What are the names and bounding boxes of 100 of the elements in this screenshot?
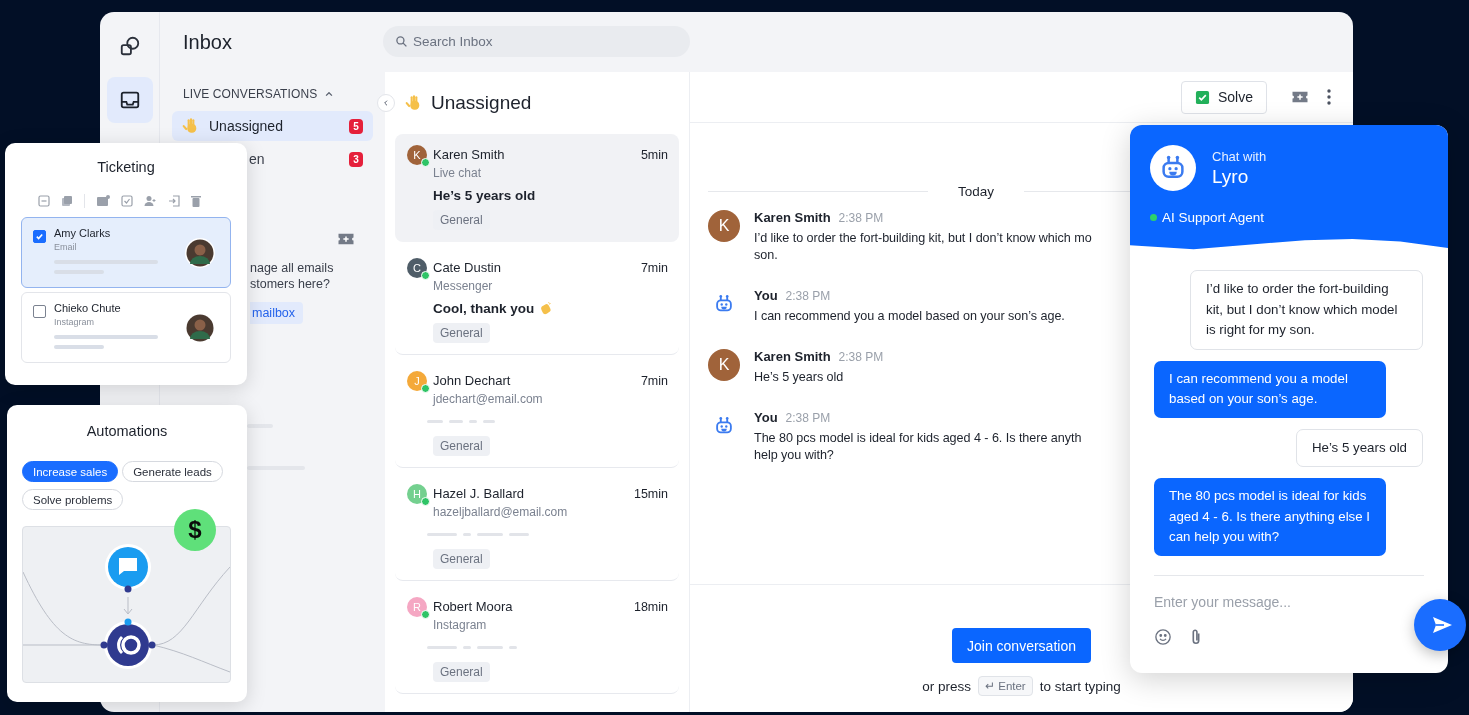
- solve-button[interactable]: Solve: [1180, 80, 1267, 114]
- time-label: 7min: [640, 260, 668, 275]
- nav-item[interactable]: Unassigned 5: [172, 111, 373, 141]
- checkbox[interactable]: [33, 230, 46, 243]
- tag: General: [433, 662, 490, 682]
- bot-message: The 80 pcs model is ideal for kids aged 4 - 6. Is there anything else I can help you with?: [1154, 478, 1386, 556]
- send-button[interactable]: [1414, 599, 1466, 651]
- dollar-badge: $: [174, 509, 216, 551]
- contact-name: Robert Moora: [433, 599, 514, 614]
- card-title: Automations: [85, 422, 169, 441]
- status-text: AI Support Agent: [1162, 210, 1265, 225]
- card-title: Ticketing: [96, 158, 156, 177]
- channel-label: Messenger: [433, 278, 494, 294]
- timestamp: 2:38 PM: [785, 289, 831, 303]
- contact-name: John Dechart: [433, 373, 512, 388]
- bot-message: I can recommend you a model based on your son’s age.: [1154, 360, 1386, 418]
- tag: General: [433, 323, 490, 343]
- copy-icon[interactable]: [61, 195, 73, 207]
- ticket-name: Chieko Chute: [54, 302, 122, 314]
- message-text: help you with?: [754, 447, 835, 464]
- avatar: R: [407, 596, 427, 617]
- search-field[interactable]: Search Inbox: [383, 26, 690, 57]
- join-button[interactable]: Join conversation: [952, 628, 1091, 663]
- logo-icon[interactable]: [118, 35, 141, 57]
- channel-label: Live chat: [433, 165, 483, 181]
- chevron-icon[interactable]: [324, 89, 335, 99]
- header-subtitle: Chat with: [1212, 148, 1267, 164]
- avatar: K: [407, 144, 427, 165]
- key-hint: ↵ Enter: [978, 676, 1033, 696]
- section-header: LIVE CONVERSATIONS: [183, 87, 318, 101]
- mail-icon[interactable]: [96, 195, 110, 207]
- timestamp: 2:38 PM: [838, 350, 884, 364]
- avatar: K: [708, 349, 740, 381]
- bot-name: Lyro: [1212, 165, 1250, 188]
- emoji-icon[interactable]: [1154, 628, 1172, 646]
- conversation-item[interactable]: H Hazel J. Ballard 15min hazeljballard@email.com General: [395, 473, 679, 581]
- page-title: Inbox: [183, 30, 233, 54]
- time-label: 5min: [640, 147, 668, 162]
- inbox-button[interactable]: [106, 77, 153, 123]
- message-text: son.: [754, 247, 779, 264]
- paperclip-icon[interactable]: [1190, 628, 1202, 646]
- count-badge: 5: [349, 118, 363, 134]
- minus-box-icon[interactable]: [38, 195, 50, 207]
- channel-label: jdechart@email.com: [433, 391, 544, 407]
- ticket-card[interactable]: Amy Clarks Email: [21, 217, 231, 288]
- inbox-icon: [118, 89, 141, 111]
- user-message: I’d like to order the fort-building kit, but I don’t know which model is right for my son.: [1190, 270, 1423, 350]
- user-message: He’s 5 years old: [1295, 428, 1423, 467]
- author-name: You: [754, 288, 778, 303]
- ticket-icon[interactable]: [1291, 90, 1309, 104]
- nav-item[interactable]: en 3: [249, 144, 373, 174]
- author-name: You: [754, 410, 778, 425]
- checkmark-icon: [1194, 89, 1210, 105]
- ticket-icon[interactable]: [337, 232, 355, 246]
- avatar: J: [407, 370, 427, 391]
- filter-chip[interactable]: Increase sales: [22, 461, 119, 482]
- message-preview: Cool, thank you: [433, 300, 535, 316]
- contact-name: Hazel J. Ballard: [433, 486, 526, 501]
- channel-label: hazeljballard@email.com: [433, 504, 569, 520]
- contact-name: Karen Smith: [433, 147, 506, 162]
- promo-text: nage all emails stomers here?: [250, 260, 335, 292]
- message-preview: He’s 5 years old: [433, 187, 536, 203]
- checkmark-icon: [35, 232, 44, 241]
- avatar: [184, 237, 216, 269]
- time-label: 18min: [633, 599, 668, 614]
- message-text: I’d like to order the fort-building kit, but I don’t know which mo: [754, 230, 1092, 247]
- hint-text: to start typing: [1039, 678, 1121, 694]
- date-divider: Today: [957, 183, 996, 199]
- avatar: H: [407, 483, 427, 504]
- conversation-item[interactable]: R Robert Moora 18min Instagram General: [395, 586, 679, 694]
- timestamp: 2:38 PM: [785, 411, 831, 425]
- avatar: C: [407, 257, 427, 278]
- text-placeholder: [54, 345, 104, 349]
- ticket-channel: Email: [54, 242, 78, 252]
- add-person-icon[interactable]: [144, 195, 157, 207]
- channel-label: Instagram: [433, 617, 488, 633]
- filter-chip[interactable]: Solve problems: [22, 489, 124, 510]
- ticket-card[interactable]: Chieko Chute Instagram: [21, 292, 231, 363]
- conversation-item[interactable]: C Cate Dustin 7min Messenger Cool, thank you General: [395, 247, 679, 355]
- conversation-item[interactable]: K Karen Smith 5min Live chat He’s 5 years old General: [395, 134, 679, 242]
- timestamp: 2:38 PM: [838, 211, 884, 225]
- checkbox[interactable]: [33, 305, 46, 318]
- count-badge: 3: [349, 151, 363, 167]
- mailbox-button[interactable]: mailbox: [250, 302, 304, 324]
- more-icon[interactable]: [1327, 89, 1331, 105]
- tag: General: [433, 436, 490, 456]
- message-text: The 80 pcs model is ideal for kids aged 4 - 6. Is there anyth: [754, 430, 1082, 447]
- message-text: I can recommend you a model based on your son’s age.: [754, 308, 1065, 325]
- avatar: [184, 312, 216, 344]
- chevron-icon: [382, 99, 390, 107]
- filter-chip[interactable]: Generate leads: [122, 461, 223, 482]
- conversation-item[interactable]: J John Dechart 7min jdechart@email.com General: [395, 360, 679, 468]
- tag: General: [433, 549, 490, 569]
- hint-text: or press: [922, 678, 971, 694]
- author-name: Karen Smith: [754, 349, 831, 364]
- checkbox-icon[interactable]: [121, 195, 133, 207]
- ticket-channel: Instagram: [54, 317, 96, 327]
- exit-icon[interactable]: [168, 195, 180, 207]
- contact-name: Cate Dustin: [433, 260, 502, 275]
- trash-icon[interactable]: [191, 195, 201, 207]
